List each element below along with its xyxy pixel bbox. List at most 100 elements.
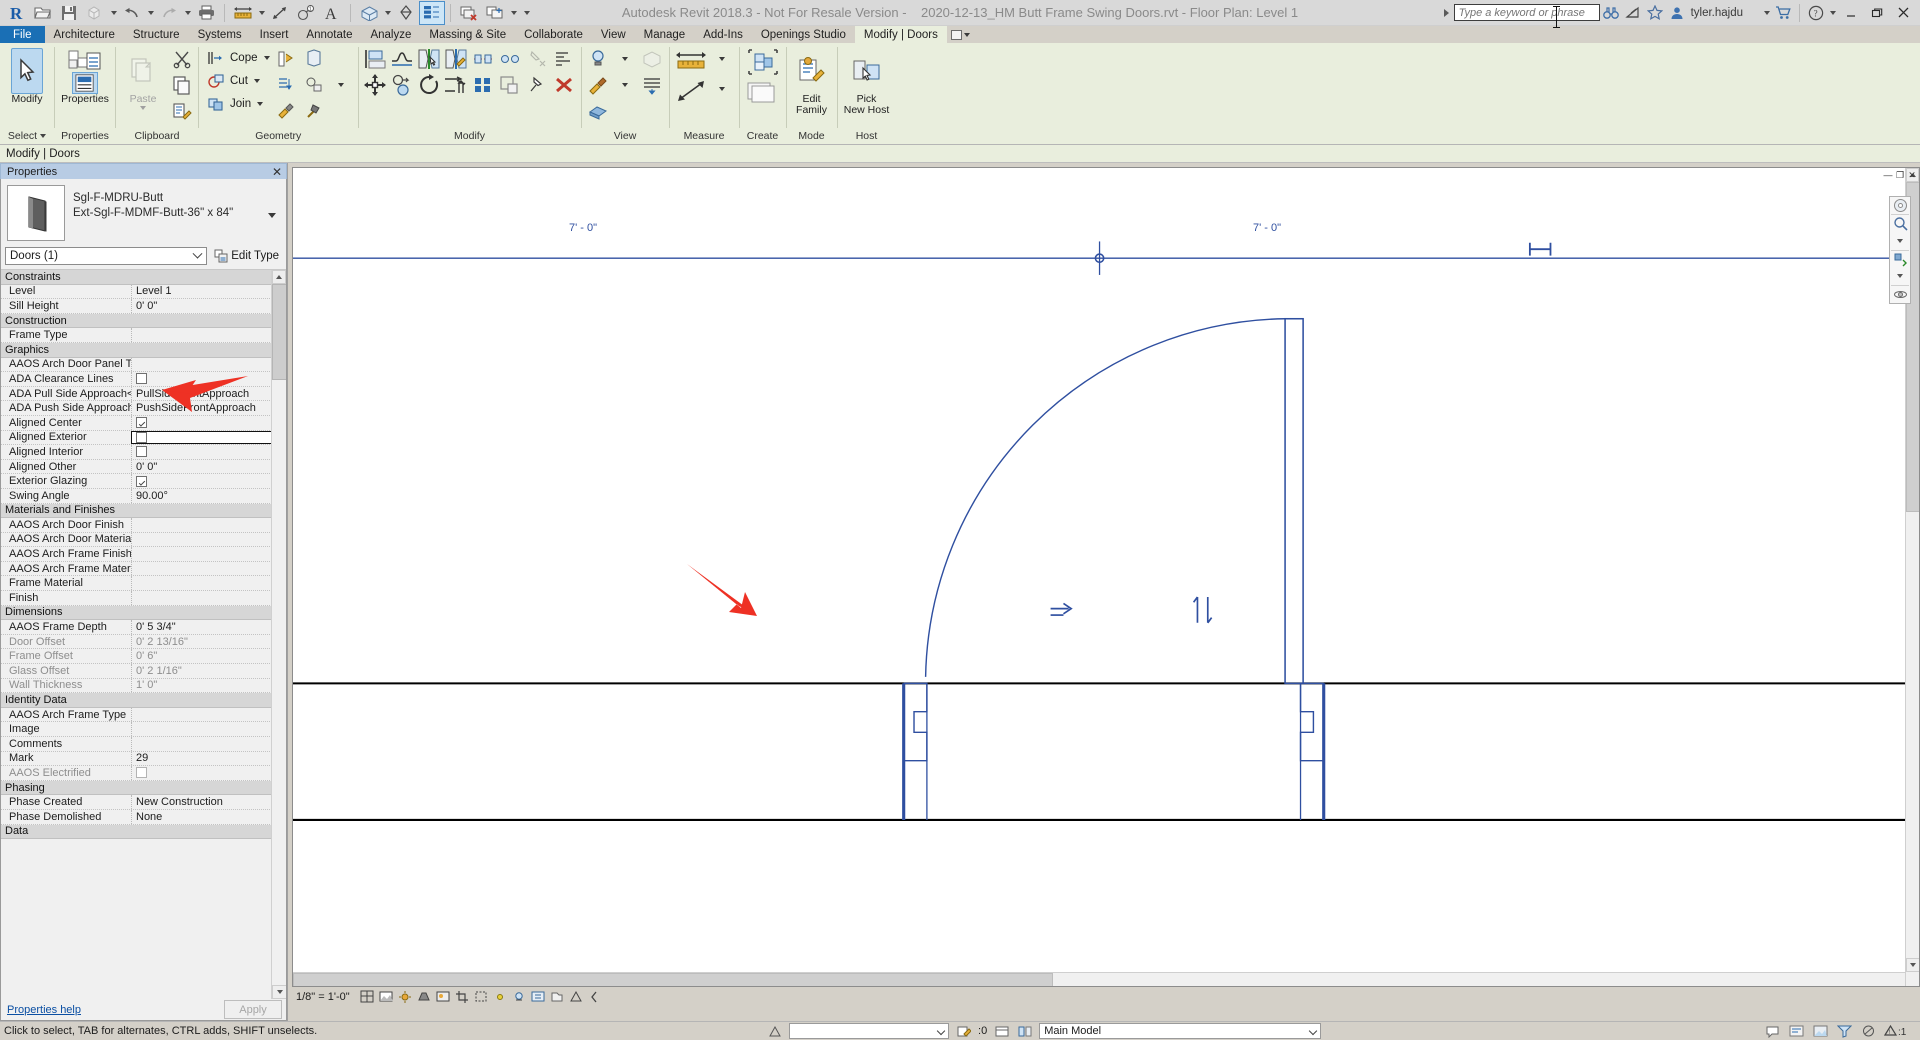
- tab-massing-and-site[interactable]: Massing & Site: [420, 26, 515, 43]
- cope-dropdown-icon[interactable]: [263, 55, 270, 60]
- design-options-combobox[interactable]: [789, 1023, 950, 1039]
- print-icon[interactable]: [193, 1, 219, 25]
- match-type-properties-icon[interactable]: [168, 98, 195, 124]
- cut-dropdown-icon[interactable]: [253, 78, 260, 83]
- property-row[interactable]: AAOS Electrified: [1, 766, 286, 781]
- search-expand-icon[interactable]: [1440, 9, 1454, 17]
- split-with-gap-icon[interactable]: [497, 46, 524, 72]
- steering-wheel-icon[interactable]: [1890, 197, 1910, 214]
- cut-profile-dropdown-icon[interactable]: [328, 72, 355, 98]
- show-constraints-icon[interactable]: [587, 989, 603, 1005]
- property-row[interactable]: Frame Type: [1, 328, 286, 343]
- property-row[interactable]: AAOS Arch Frame Finish: [1, 547, 286, 562]
- modify-button[interactable]: Modify: [3, 46, 51, 105]
- property-value[interactable]: 0' 6": [131, 649, 286, 664]
- property-row[interactable]: Door Offset 0' 2 13/16": [1, 634, 286, 650]
- lock-3d-view-icon[interactable]: [492, 989, 508, 1005]
- reveal-dropdown-icon[interactable]: [612, 46, 639, 72]
- help-icon[interactable]: ?: [1805, 1, 1827, 25]
- type-selector-dropdown-icon[interactable]: [268, 185, 280, 218]
- redo-icon[interactable]: [156, 1, 182, 25]
- property-value[interactable]: 29: [131, 751, 286, 766]
- property-row[interactable]: Frame Material: [1, 576, 286, 592]
- property-row[interactable]: Comments: [1, 737, 286, 752]
- unpin-icon[interactable]: [524, 46, 551, 72]
- switch-windows-icon[interactable]: [482, 1, 508, 25]
- cope-button[interactable]: Cope: [202, 46, 272, 69]
- cut-clipboard-icon[interactable]: [168, 46, 195, 72]
- model-status-icon[interactable]: [993, 1023, 1010, 1039]
- qat-customize-icon[interactable]: [519, 1, 535, 25]
- property-section-header[interactable]: Graphics: [1, 342, 286, 358]
- split-element-icon[interactable]: [470, 46, 497, 72]
- design-option-edit-icon[interactable]: [955, 1023, 972, 1039]
- measure-along-dropdown-icon[interactable]: [709, 76, 736, 102]
- property-checkbox[interactable]: [136, 767, 147, 779]
- property-row[interactable]: Frame Offset 0' 6": [1, 649, 286, 665]
- canvas-scroll-down-button[interactable]: [1906, 958, 1919, 972]
- properties-help-link[interactable]: Properties help: [3, 1004, 81, 1016]
- search-box[interactable]: [1453, 4, 1600, 28]
- rendering-settings-icon[interactable]: [435, 989, 451, 1005]
- copy-icon[interactable]: [389, 72, 416, 98]
- tab-manage[interactable]: Manage: [635, 26, 695, 43]
- demolish-icon[interactable]: [273, 46, 300, 72]
- primary-model-icon[interactable]: [1788, 1023, 1805, 1039]
- property-value[interactable]: [131, 737, 286, 751]
- active-workset-combobox[interactable]: Main Model: [1039, 1023, 1322, 1039]
- property-row[interactable]: AAOS Arch Frame Type: [1, 707, 286, 723]
- tag-icon[interactable]: 1: [293, 1, 319, 25]
- sun-path-icon[interactable]: [397, 989, 413, 1005]
- split-face-icon[interactable]: [273, 72, 300, 98]
- property-value[interactable]: [131, 576, 286, 591]
- undo-icon[interactable]: [119, 1, 145, 25]
- move-icon[interactable]: [362, 72, 389, 98]
- pan-icon[interactable]: [1890, 250, 1910, 267]
- property-value[interactable]: 0' 0": [131, 459, 286, 474]
- property-checkbox[interactable]: [136, 446, 147, 458]
- wall-opening-icon[interactable]: [301, 46, 328, 72]
- property-section-header[interactable]: Materials and Finishes: [1, 503, 286, 519]
- view-paint-icon[interactable]: [585, 72, 612, 98]
- view-restore-icon[interactable]: ❐: [1895, 170, 1905, 180]
- property-value[interactable]: [131, 430, 278, 445]
- property-row[interactable]: Glass Offset 0' 2 1/16": [1, 664, 286, 679]
- tab-annotate[interactable]: Annotate: [297, 26, 361, 43]
- hide-isolate-icon[interactable]: [639, 46, 666, 72]
- property-section-header[interactable]: Dimensions: [1, 605, 286, 621]
- property-section-header[interactable]: Constraints: [1, 270, 286, 285]
- design-options-status-icon[interactable]: [1812, 1023, 1829, 1039]
- thin-lines-icon[interactable]: [419, 0, 445, 25]
- canvas-horizontal-scrollbar[interactable]: [293, 972, 1905, 986]
- shadows-icon[interactable]: [416, 989, 432, 1005]
- ribbon-minimize-icon[interactable]: [947, 26, 976, 43]
- save-icon[interactable]: [56, 1, 82, 25]
- favorites-star-icon[interactable]: [1644, 1, 1666, 25]
- tab-analyze[interactable]: Analyze: [361, 26, 420, 43]
- property-checkbox[interactable]: [136, 417, 147, 429]
- view-minimize-icon[interactable]: —: [1883, 170, 1893, 180]
- paste-button[interactable]: Paste: [119, 46, 167, 110]
- property-value[interactable]: [131, 766, 286, 780]
- property-row[interactable]: Wall Thickness 1' 0": [1, 678, 286, 694]
- reveal-hidden-elements-icon[interactable]: [530, 989, 546, 1005]
- trim-extend-icon[interactable]: [443, 72, 470, 98]
- property-section-header[interactable]: Identity Data: [1, 693, 286, 708]
- property-value[interactable]: [131, 328, 286, 342]
- view-paint-dropdown-icon[interactable]: [612, 72, 639, 98]
- properties-scroll-down-button[interactable]: [272, 985, 286, 999]
- property-value[interactable]: [131, 722, 286, 736]
- visual-style-icon[interactable]: [378, 989, 394, 1005]
- pan-dropdown-icon[interactable]: [1890, 268, 1910, 285]
- property-row[interactable]: Phase Created New Construction: [1, 795, 286, 810]
- orbit-icon[interactable]: [1890, 286, 1910, 303]
- property-row[interactable]: Aligned Interior: [1, 445, 286, 460]
- crop-region-toggle-icon[interactable]: [473, 989, 489, 1005]
- tab-add-ins[interactable]: Add-Ins: [694, 26, 752, 43]
- exclude-options-icon[interactable]: [766, 1023, 783, 1039]
- properties-button[interactable]: Properties: [58, 46, 112, 105]
- properties-close-icon[interactable]: ✕: [272, 166, 282, 178]
- property-value[interactable]: [131, 474, 286, 488]
- close-button[interactable]: [1890, 0, 1916, 26]
- property-checkbox[interactable]: [136, 373, 147, 385]
